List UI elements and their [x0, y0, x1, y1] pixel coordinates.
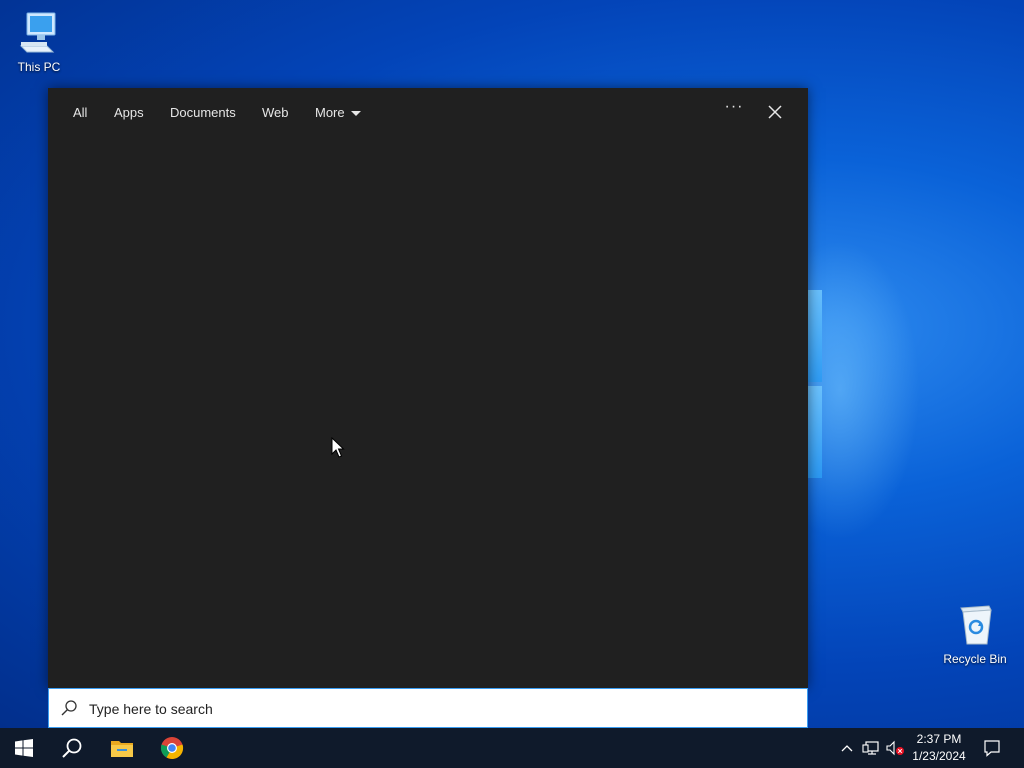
network-icon: [862, 741, 879, 755]
close-icon: [768, 105, 782, 119]
search-filter-bar: All Apps Documents Web More ···: [48, 88, 808, 138]
taskbar-chrome-button[interactable]: [148, 728, 196, 768]
tab-more[interactable]: More: [315, 105, 361, 120]
wallpaper-logo-pane-top: [808, 290, 822, 382]
desktop-icon-this-pc[interactable]: This PC: [3, 10, 75, 74]
volume-button[interactable]: [884, 728, 906, 768]
wallpaper-logo-pane-bottom: [808, 386, 822, 478]
taskbar-clock[interactable]: 2:37 PM 1/23/2024: [905, 731, 973, 765]
volume-muted-icon: [886, 740, 904, 756]
desktop-icon-label: This PC: [17, 60, 61, 74]
taskbar-file-explorer-button[interactable]: [98, 728, 146, 768]
clock-time: 2:37 PM: [916, 732, 962, 746]
tab-more-label: More: [315, 105, 345, 120]
recycle-bin-icon: [939, 602, 1011, 649]
search-panel: All Apps Documents Web More ···: [48, 88, 808, 688]
search-box[interactable]: [48, 688, 808, 728]
desktop-icon-label: Recycle Bin: [943, 652, 1007, 666]
chevron-up-icon: [841, 745, 853, 752]
more-options-button[interactable]: ···: [722, 99, 746, 121]
pointer-icon: [331, 436, 345, 458]
search-icon: [62, 738, 82, 758]
clock-date: 1/23/2024: [912, 749, 966, 763]
windows-logo-icon: [15, 739, 33, 757]
computer-icon: [3, 10, 75, 57]
chevron-down-icon: [350, 111, 361, 117]
tab-documents[interactable]: Documents: [170, 105, 236, 120]
close-button[interactable]: [765, 102, 785, 122]
start-button[interactable]: [0, 728, 48, 768]
taskbar: 2:37 PM 1/23/2024: [0, 728, 1024, 768]
notification-icon: [984, 740, 1000, 757]
tab-all[interactable]: All: [73, 105, 87, 120]
desktop-icon-recycle-bin[interactable]: Recycle Bin: [939, 602, 1011, 666]
network-button[interactable]: [860, 728, 882, 768]
taskbar-search-button[interactable]: [48, 728, 96, 768]
tab-web[interactable]: Web: [262, 105, 289, 120]
tab-apps[interactable]: Apps: [114, 105, 144, 120]
action-center-button[interactable]: [980, 728, 1004, 768]
show-hidden-icons-button[interactable]: [836, 728, 858, 768]
search-icon: [60, 699, 78, 722]
folder-icon: [111, 741, 133, 757]
search-input[interactable]: [87, 697, 791, 721]
chrome-icon: [160, 737, 184, 760]
mouse-cursor: [331, 436, 345, 464]
